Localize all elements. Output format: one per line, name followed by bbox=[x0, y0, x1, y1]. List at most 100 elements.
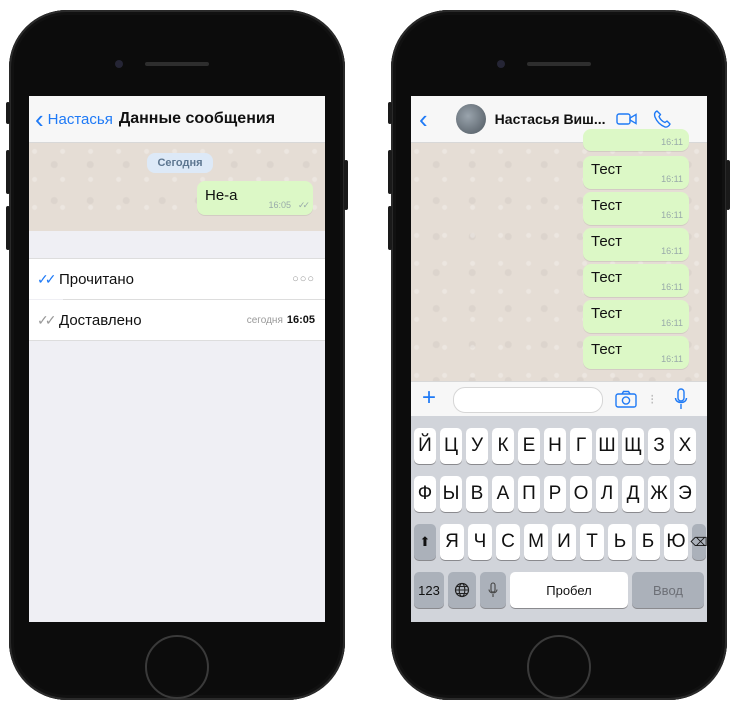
message-time: 16:11 bbox=[661, 318, 683, 328]
delivered-date: сегодня bbox=[246, 314, 283, 326]
video-call-icon[interactable] bbox=[615, 111, 638, 127]
attach-plus-icon[interactable]: + bbox=[422, 386, 436, 410]
earpiece-speaker bbox=[527, 62, 591, 66]
date-badge: Сегодня bbox=[147, 153, 213, 173]
back-chevron-icon[interactable]: ‹ bbox=[419, 106, 428, 132]
message-time: 16:11 bbox=[661, 354, 683, 364]
key[interactable]: Ч bbox=[468, 524, 492, 560]
home-button[interactable] bbox=[145, 635, 209, 699]
chat-messages-area[interactable]: 16:11 Тест 16:11 Тест 16:11 Тест 16:11 Т… bbox=[411, 129, 707, 381]
back-chevron-icon[interactable]: ‹ bbox=[35, 106, 44, 132]
phone-right: ‹ Настасья Виш... 16:11 Тест 16:11 Тест … bbox=[388, 10, 730, 700]
message-bubble[interactable]: Тест 16:11 bbox=[583, 336, 689, 369]
key[interactable]: Щ bbox=[622, 428, 644, 464]
message-bubble[interactable]: Тест 16:11 bbox=[583, 156, 689, 189]
message-bubble[interactable]: Тест 16:11 bbox=[583, 300, 689, 333]
volume-down-button bbox=[388, 206, 392, 250]
read-status-row: ✓✓ Прочитано ○○○ bbox=[29, 258, 325, 299]
earpiece-speaker bbox=[145, 62, 209, 66]
message-preview-area: Сегодня Не-а 16:05 ✓✓ bbox=[29, 143, 325, 231]
key[interactable]: Ю bbox=[664, 524, 688, 560]
power-button bbox=[344, 160, 348, 210]
return-key[interactable]: Ввод bbox=[632, 572, 704, 608]
key[interactable]: Л bbox=[596, 476, 618, 512]
key[interactable]: Ф bbox=[414, 476, 436, 512]
microphone-icon[interactable] bbox=[674, 388, 688, 410]
phone-left: ‹ Настасья Данные сообщения Сегодня Не-а… bbox=[6, 10, 348, 700]
key[interactable]: М bbox=[524, 524, 548, 560]
read-status-label: Прочитано bbox=[59, 270, 134, 288]
key[interactable]: Р bbox=[544, 476, 566, 512]
key[interactable]: Н bbox=[544, 428, 566, 464]
key[interactable]: Д bbox=[622, 476, 644, 512]
message-bubble[interactable]: Тест 16:11 bbox=[583, 228, 689, 261]
message-text: Тест bbox=[591, 233, 623, 250]
key[interactable]: О bbox=[570, 476, 592, 512]
key[interactable]: Б bbox=[636, 524, 660, 560]
nav-bar: ‹ Настасья Данные сообщения bbox=[29, 96, 325, 143]
read-check-icon: ✓✓ bbox=[37, 270, 56, 287]
screen-message-info: ‹ Настасья Данные сообщения Сегодня Не-а… bbox=[29, 96, 325, 622]
key[interactable]: П bbox=[518, 476, 540, 512]
delivered-status-row: ✓✓ Доставлено сегодня 16:05 bbox=[29, 300, 325, 341]
back-button[interactable]: Настасья bbox=[48, 111, 113, 128]
key[interactable]: Г bbox=[570, 428, 592, 464]
read-status-value: ○○○ bbox=[292, 273, 315, 285]
microphone-icon bbox=[488, 582, 498, 597]
message-text: Тест bbox=[591, 269, 623, 286]
volume-up-button bbox=[388, 150, 392, 194]
key[interactable]: И bbox=[552, 524, 576, 560]
key[interactable]: Т bbox=[580, 524, 604, 560]
message-text: Тест bbox=[591, 161, 623, 178]
message-text: Тест bbox=[591, 341, 623, 358]
message-bubble[interactable]: Не-а 16:05 ✓✓ bbox=[197, 181, 313, 215]
key[interactable]: Ш bbox=[596, 428, 618, 464]
delivered-check-icon: ✓✓ bbox=[37, 311, 56, 328]
backspace-key[interactable]: ⌫ bbox=[691, 524, 707, 560]
key[interactable]: В bbox=[466, 476, 488, 512]
screen-chat: ‹ Настасья Виш... 16:11 Тест 16:11 Тест … bbox=[411, 96, 707, 622]
key[interactable]: Ж bbox=[648, 476, 670, 512]
power-button bbox=[726, 160, 730, 210]
globe-key[interactable] bbox=[448, 572, 476, 608]
mute-switch bbox=[6, 102, 10, 124]
key[interactable]: Й bbox=[414, 428, 436, 464]
input-bar: + ⁝ bbox=[411, 381, 707, 417]
message-time: 16:11 bbox=[661, 174, 683, 184]
key[interactable]: Е bbox=[518, 428, 540, 464]
space-key[interactable]: Пробел bbox=[510, 572, 628, 608]
message-time: 16:11 bbox=[661, 137, 683, 147]
home-button[interactable] bbox=[527, 635, 591, 699]
shift-key[interactable]: ⬆ bbox=[414, 524, 436, 560]
key[interactable]: Х bbox=[674, 428, 696, 464]
key[interactable]: К bbox=[492, 428, 514, 464]
key[interactable]: С bbox=[496, 524, 520, 560]
message-bubble-partial[interactable]: 16:11 bbox=[583, 129, 689, 151]
key[interactable]: У bbox=[466, 428, 488, 464]
phone-call-icon[interactable] bbox=[652, 109, 672, 129]
message-input[interactable] bbox=[453, 387, 603, 413]
double-check-icon: ✓✓ bbox=[297, 200, 310, 210]
message-text: Не-а bbox=[205, 187, 238, 204]
message-bubble[interactable]: Тест 16:11 bbox=[583, 264, 689, 297]
key[interactable]: А bbox=[492, 476, 514, 512]
camera-icon[interactable] bbox=[615, 390, 637, 408]
key[interactable]: З bbox=[648, 428, 670, 464]
key[interactable]: Я bbox=[440, 524, 464, 560]
message-text: Тест bbox=[591, 197, 623, 214]
key[interactable]: Ь bbox=[608, 524, 632, 560]
numbers-key[interactable]: 123 bbox=[414, 572, 444, 608]
delivered-time: 16:05 bbox=[286, 314, 315, 326]
contact-avatar[interactable] bbox=[455, 104, 486, 134]
message-time: 16:11 bbox=[661, 282, 683, 292]
key[interactable]: Э bbox=[674, 476, 696, 512]
delivered-status-label: Доставлено bbox=[59, 311, 142, 329]
dictation-key[interactable] bbox=[480, 572, 506, 608]
message-time: 16:05 bbox=[268, 200, 291, 210]
key[interactable]: Ц bbox=[440, 428, 462, 464]
volume-down-button bbox=[6, 206, 10, 250]
mute-switch bbox=[388, 102, 392, 124]
key[interactable]: Ы bbox=[440, 476, 462, 512]
contact-name[interactable]: Настасья Виш... bbox=[495, 111, 606, 127]
message-bubble[interactable]: Тест 16:11 bbox=[583, 192, 689, 225]
